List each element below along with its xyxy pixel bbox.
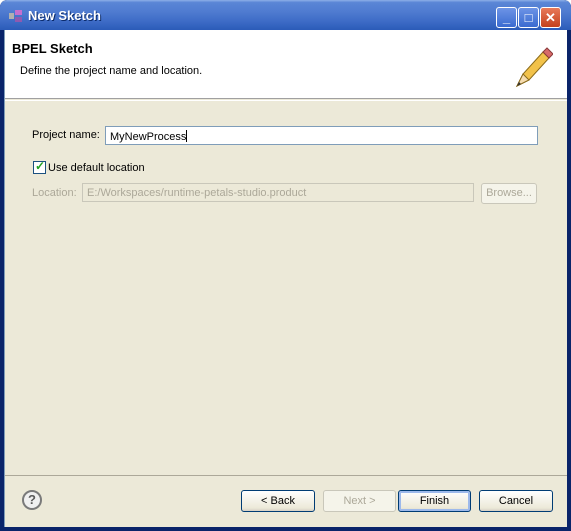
page-title: BPEL Sketch — [12, 41, 93, 56]
help-icon[interactable]: ? — [22, 490, 42, 510]
maximize-icon: □ — [524, 10, 533, 25]
pencil-icon — [515, 47, 553, 88]
location-label: Location: — [32, 187, 77, 199]
project-name-value: MyNewProcess — [110, 131, 187, 143]
window-title: New Sketch — [28, 8, 101, 23]
project-name-label: Project name: — [32, 129, 100, 141]
app-icon — [9, 10, 22, 22]
use-default-label[interactable]: Use default location — [48, 162, 145, 174]
close-icon: ✕ — [545, 10, 556, 25]
back-button[interactable]: < Back — [241, 490, 315, 512]
use-default-checkbox[interactable]: ✓ — [33, 159, 46, 174]
minimize-button[interactable]: _ — [496, 7, 517, 28]
close-button[interactable]: ✕ — [540, 7, 561, 28]
minimize-icon: _ — [502, 10, 511, 25]
header-divider — [5, 100, 568, 101]
text-caret — [186, 130, 188, 142]
next-button: Next > — [323, 490, 396, 512]
dialog-body: BPEL Sketch Define the project name and … — [4, 30, 568, 527]
project-name-input[interactable]: MyNewProcess — [105, 126, 538, 145]
title-bar[interactable]: New Sketch _ □ ✕ — [0, 0, 571, 30]
dialog-window: New Sketch _ □ ✕ BPEL Sketch Define the … — [0, 0, 571, 531]
cancel-button[interactable]: Cancel — [479, 490, 553, 512]
form-area: Project name: MyNewProcess ✓ Use default… — [5, 102, 568, 472]
footer-divider — [5, 475, 568, 476]
maximize-button[interactable]: □ — [518, 7, 539, 28]
wizard-header: BPEL Sketch Define the project name and … — [5, 30, 568, 99]
location-input: E:/Workspaces/runtime-petals-studio.prod… — [82, 183, 474, 202]
window-border-right — [567, 30, 571, 531]
finish-button[interactable]: Finish — [398, 490, 471, 512]
browse-button: Browse... — [481, 183, 537, 204]
window-border-bottom — [0, 527, 571, 531]
check-icon: ✓ — [35, 159, 46, 173]
page-description: Define the project name and location. — [20, 65, 203, 77]
